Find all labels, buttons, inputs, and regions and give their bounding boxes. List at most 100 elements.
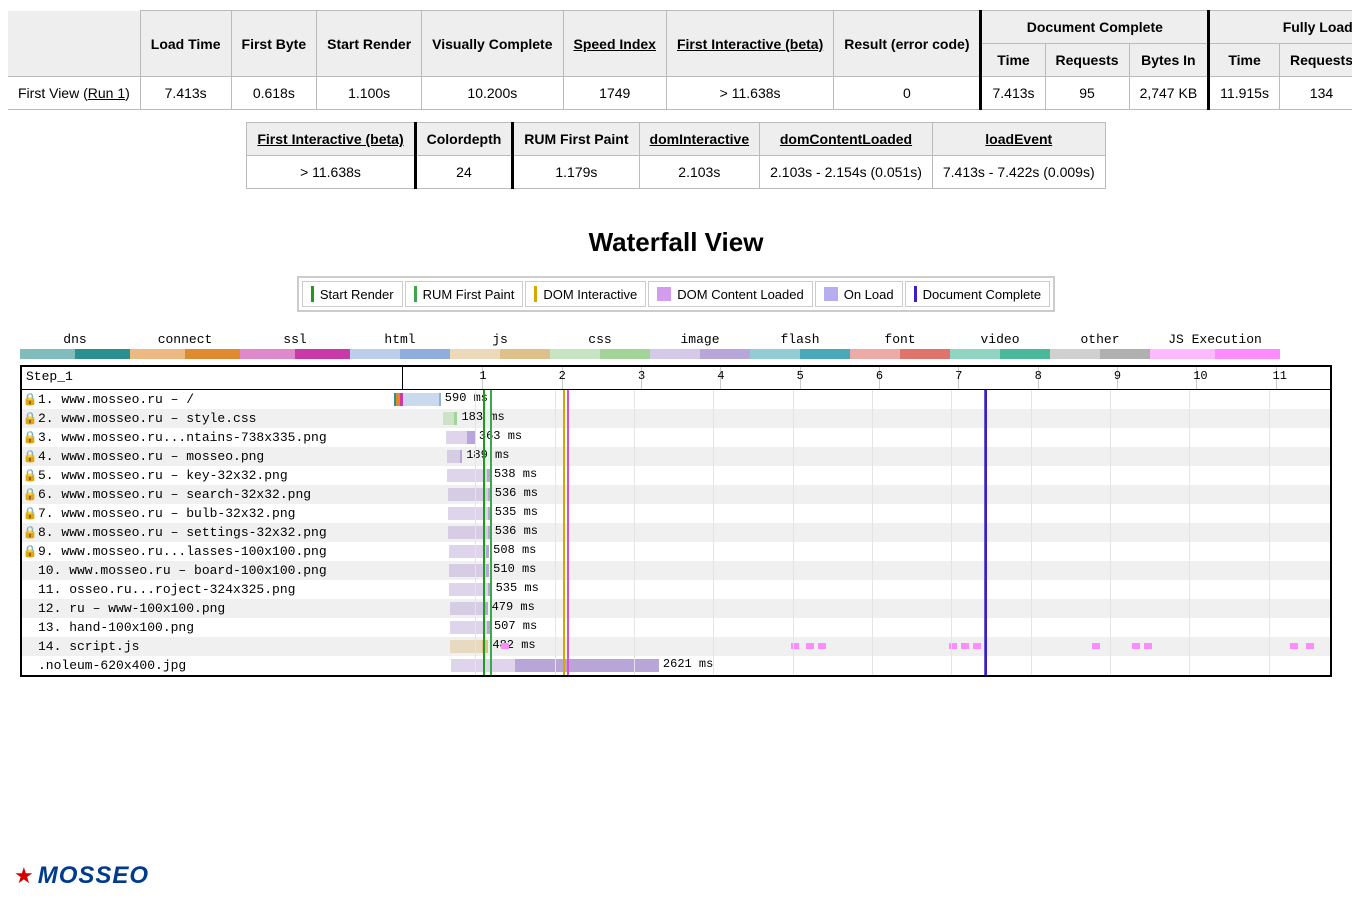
request-label: 5. www.mosseo.ru – key-32x32.png [38,468,394,483]
request-duration: 510 ms [493,562,536,576]
metrics-table-2: First Interactive (beta) Colordepth RUM … [246,122,1105,189]
request-duration: 2621 ms [663,657,713,671]
request-duration: 507 ms [494,619,537,633]
request-label: 1. www.mosseo.ru – / [38,392,394,407]
request-label: 7. www.mosseo.ru – bulb-32x32.png [38,506,394,521]
lock-icon: 🔒 [22,506,38,521]
lock-icon: 🔒 [22,468,38,483]
type-legend-item: image [650,332,750,359]
legend-item: Document Complete [905,281,1051,307]
request-duration: 535 ms [496,581,539,595]
request-label: 8. www.mosseo.ru – settings-32x32.png [38,525,394,540]
lock-icon: 🔒 [22,392,38,407]
request-label: 14. script.js [38,639,394,654]
col-rum-first-paint: RUM First Paint [513,123,639,156]
col-first-interactive[interactable]: First Interactive (beta) [666,11,833,77]
request-duration: 535 ms [495,505,538,519]
waterfall-row[interactable]: 🔒9. www.mosseo.ru...lasses-100x100.png 50… [22,542,1330,561]
request-duration: 536 ms [495,486,538,500]
time-axis: 1234567891011 [403,367,1330,389]
request-duration: 363 ms [479,429,522,443]
legend-item: On Load [815,281,903,307]
waterfall-row[interactable]: 11. osseo.ru...roject-324x325.png 535 ms [22,580,1330,599]
marker-legend: Start RenderRUM First PaintDOM Interacti… [297,276,1055,312]
request-label: 12. ru – www-100x100.png [38,601,394,616]
legend-item: DOM Content Loaded [648,281,812,307]
request-duration: 189 ms [466,448,509,462]
col-result: Result (error code) [834,11,981,77]
waterfall-row[interactable]: .noleum-620x400.jpg 2621 ms [22,656,1330,675]
col-dom-interactive[interactable]: domInteractive [639,123,760,156]
star-icon: ★ [14,863,34,889]
type-legend-item: ssl [240,332,350,359]
request-label: 4. www.mosseo.ru – mosseo.png [38,449,394,464]
waterfall-row[interactable]: 10. www.mosseo.ru – board-100x100.png 510… [22,561,1330,580]
waterfall-body: 🔒1. www.mosseo.ru – /590 ms🔒2. www.mosse… [22,390,1330,675]
request-label: 11. osseo.ru...roject-324x325.png [38,582,394,597]
waterfall-row[interactable]: 🔒1. www.mosseo.ru – / 590 ms [22,390,1330,409]
metrics-table-1: Load Time First Byte Start Render Visual… [8,10,1352,110]
request-duration: 482 ms [492,638,535,652]
lock-icon: 🔒 [22,487,38,502]
waterfall-row[interactable]: 🔒2. www.mosseo.ru – style.css183 ms [22,409,1330,428]
waterfall-row[interactable]: 🔒4. www.mosseo.ru – mosseo.png 189 ms [22,447,1330,466]
waterfall-row[interactable]: 🔒8. www.mosseo.ru – settings-32x32.png 53… [22,523,1330,542]
type-legend-item: flash [750,332,850,359]
request-label: 3. www.mosseo.ru...ntains-738x335.png [38,430,394,445]
request-duration: 590 ms [445,391,488,405]
group-fully-loaded: Fully Loaded [1209,11,1352,44]
request-duration: 508 ms [493,543,536,557]
type-legend-item: connect [130,332,240,359]
col-colordepth: Colordepth [415,123,513,156]
request-label: .noleum-620x400.jpg [38,658,394,673]
col-load-event[interactable]: loadEvent [932,123,1105,156]
lock-icon: 🔒 [22,449,38,464]
table-row: First View (Run 1) 7.413s 0.618s 1.100s … [8,77,1352,110]
request-label: 2. www.mosseo.ru – style.css [38,411,394,426]
request-duration: 479 ms [492,600,535,614]
step-label: Step_1 [22,367,403,389]
type-legend-item: font [850,332,950,359]
waterfall-row[interactable]: 14. script.js 482 ms [22,637,1330,656]
type-legend-item: js [450,332,550,359]
waterfall-row[interactable]: 13. hand-100x100.png507 ms [22,618,1330,637]
type-legend-item: html [350,332,450,359]
col-load-time: Load Time [140,11,231,77]
request-label: 6. www.mosseo.ru – search-32x32.png [38,487,394,502]
legend-swatch [824,287,838,301]
waterfall-row[interactable]: 🔒3. www.mosseo.ru...ntains-738x335.png 36… [22,428,1330,447]
col-visually-complete: Visually Complete [422,11,563,77]
lock-icon: 🔒 [22,430,38,445]
waterfall-row[interactable]: 12. ru – www-100x100.png 479 ms [22,599,1330,618]
type-legend: dnsconnectsslhtmljscssimageflashfontvide… [8,332,1344,365]
legend-item: Start Render [302,281,403,307]
table-row: > 11.638s 24 1.179s 2.103s 2.103s - 2.15… [247,156,1105,189]
lock-icon: 🔒 [22,544,38,559]
request-label: 10. www.mosseo.ru – board-100x100.png [38,563,394,578]
group-doc-complete: Document Complete [981,11,1209,44]
type-legend-item: css [550,332,650,359]
waterfall-title: Waterfall View [8,227,1344,258]
legend-swatch [311,286,314,302]
legend-swatch [414,286,417,302]
legend-item: DOM Interactive [525,281,646,307]
request-duration: 538 ms [494,467,537,481]
row-label[interactable]: First View (Run 1) [8,77,140,110]
request-duration: 183 ms [461,410,504,424]
waterfall-row[interactable]: 🔒5. www.mosseo.ru – key-32x32.png 538 ms [22,466,1330,485]
waterfall-row[interactable]: 🔒7. www.mosseo.ru – bulb-32x32.png 535 ms [22,504,1330,523]
type-legend-item: video [950,332,1050,359]
lock-icon: 🔒 [22,525,38,540]
col-dom-content-loaded[interactable]: domContentLoaded [760,123,933,156]
col-start-render: Start Render [317,11,422,77]
request-label: 9. www.mosseo.ru...lasses-100x100.png [38,544,394,559]
col-first-interactive-2[interactable]: First Interactive (beta) [247,123,415,156]
legend-item: RUM First Paint [405,281,524,307]
legend-swatch [914,286,917,302]
waterfall-row[interactable]: 🔒6. www.mosseo.ru – search-32x32.png 536 … [22,485,1330,504]
mosseo-logo[interactable]: ★ MOSSEO [14,862,149,890]
col-speed-index[interactable]: Speed Index [563,11,666,77]
waterfall-chart[interactable]: Step_1 1234567891011 🔒1. www.mosseo.ru –… [20,365,1332,677]
col-first-byte: First Byte [231,11,317,77]
request-duration: 536 ms [495,524,538,538]
